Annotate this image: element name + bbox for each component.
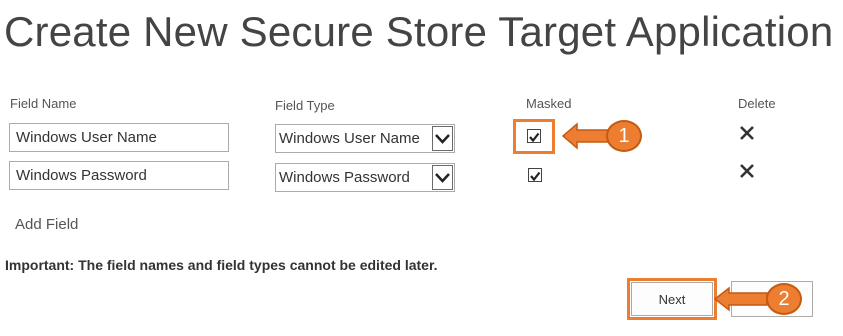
dropdown-arrow-icon[interactable] bbox=[432, 126, 453, 151]
header-masked: Masked bbox=[526, 96, 572, 111]
masked-checkbox-1[interactable] bbox=[527, 129, 541, 143]
masked-checkbox-2[interactable] bbox=[528, 168, 542, 182]
header-delete: Delete bbox=[738, 96, 776, 111]
callout-badge-2: 2 bbox=[766, 283, 802, 315]
field-type-select-2[interactable]: Windows Password bbox=[275, 163, 455, 192]
callout-badge-1: 1 bbox=[606, 120, 642, 152]
field-type-select-2-value: Windows Password bbox=[279, 169, 410, 186]
header-field-name: Field Name bbox=[10, 96, 77, 111]
page-title: Create New Secure Store Target Applicati… bbox=[4, 8, 834, 55]
field-name-input-2[interactable]: Windows Password bbox=[9, 161, 229, 190]
callout-arrow-icon bbox=[713, 286, 769, 312]
header-field-type: Field Type bbox=[275, 98, 335, 113]
field-name-input-1[interactable]: Windows User Name bbox=[9, 123, 229, 152]
checkmark-icon bbox=[529, 132, 540, 143]
delete-x-icon[interactable] bbox=[739, 125, 755, 141]
field-type-select-1-value: Windows User Name bbox=[279, 130, 420, 147]
delete-x-icon[interactable] bbox=[739, 163, 755, 179]
dropdown-arrow-icon[interactable] bbox=[432, 165, 453, 190]
checkmark-icon bbox=[530, 171, 541, 182]
field-type-select-1[interactable]: Windows User Name bbox=[275, 124, 455, 153]
important-notice: Important: The field names and field typ… bbox=[5, 257, 438, 273]
add-field-link[interactable]: Add Field bbox=[15, 216, 78, 233]
next-highlight-box bbox=[627, 278, 717, 320]
